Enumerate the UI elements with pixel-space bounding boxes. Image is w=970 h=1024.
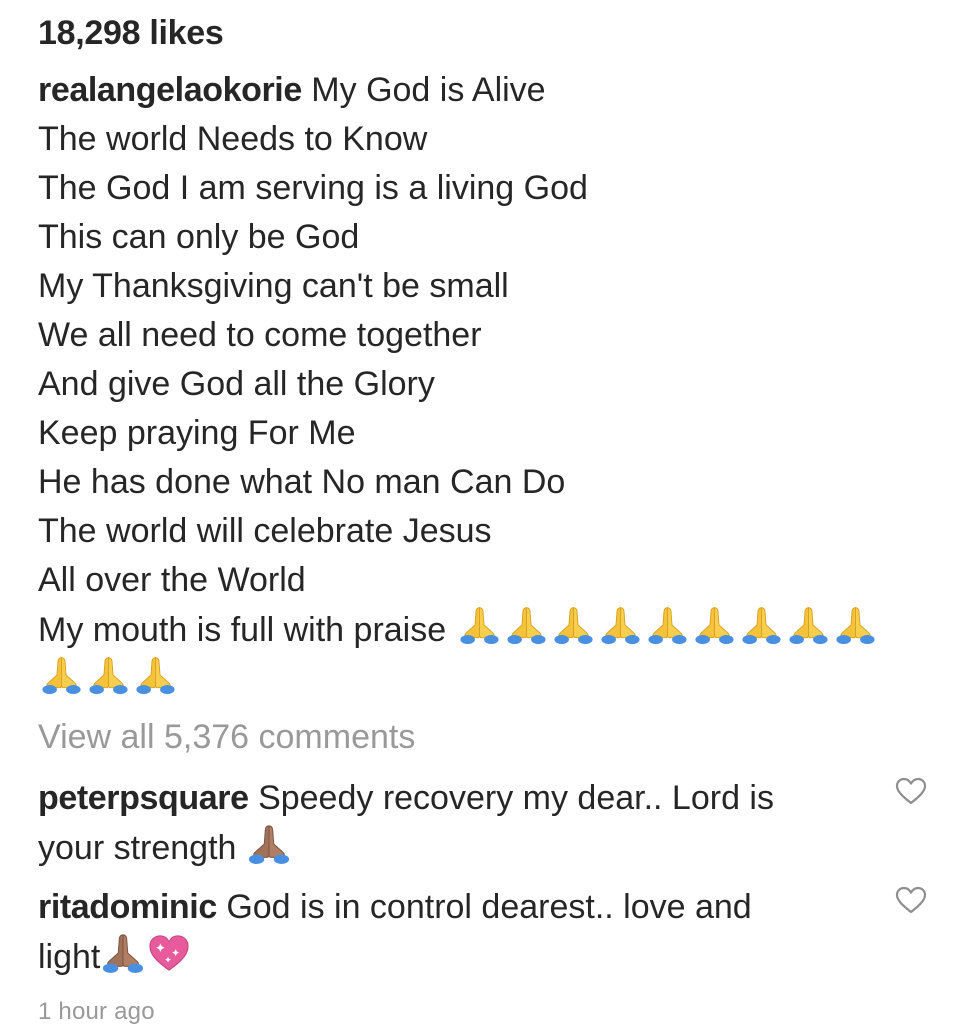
comment-item: peterpsquare Speedy recovery my dear.. L… <box>38 773 858 873</box>
folded-hands-icon <box>832 605 879 645</box>
caption-line: Keep praying For Me <box>38 414 356 452</box>
folded-hands-icon <box>785 605 832 645</box>
post-timestamp: 1 hour ago <box>38 998 155 1024</box>
caption-line: My Thanksgiving can't be small <box>38 267 509 305</box>
caption-line: The world will celebrate Jesus <box>38 512 492 550</box>
likes-count[interactable]: 18,298 likes <box>38 14 224 53</box>
caption-line: The world Needs to Know <box>38 120 428 158</box>
caption-username[interactable]: realangelaokorie <box>38 71 302 109</box>
caption-line: The God I am serving is a living God <box>38 169 588 207</box>
comment-username[interactable]: ritadominic <box>38 888 217 926</box>
folded-hands-medium-dark-icon <box>246 823 292 865</box>
heart-outline-icon[interactable] <box>894 776 928 806</box>
folded-hands-icon <box>456 605 503 645</box>
caption-text: My God is Alive <box>311 71 546 109</box>
comment-text: God is in control dearest.. love and <box>226 888 752 926</box>
comment-username[interactable]: peterpsquare <box>38 779 249 817</box>
comment-text: your strength <box>38 829 237 867</box>
folded-hands-medium-dark-icon <box>100 932 146 974</box>
comment-text: Speedy recovery my dear.. Lord is <box>258 779 774 817</box>
emoji-row <box>456 605 879 645</box>
folded-hands-icon <box>85 655 132 695</box>
folded-hands-icon <box>132 655 179 695</box>
view-all-comments-link[interactable]: View all 5,376 comments <box>38 718 415 757</box>
caption-last-line: My mouth is full with praise <box>38 605 938 655</box>
post-caption: realangelaokorie My God is Alive The wor… <box>38 66 938 705</box>
folded-hands-icon <box>503 605 550 645</box>
sparkling-heart-icon <box>146 932 192 974</box>
caption-text: My mouth is full with praise <box>38 611 447 649</box>
folded-hands-icon <box>738 605 785 645</box>
emoji-row <box>38 655 179 695</box>
caption-emoji-line <box>38 655 938 705</box>
caption-line: This can only be God <box>38 218 360 256</box>
caption-line: And give God all the Glory <box>38 365 435 403</box>
folded-hands-icon <box>550 605 597 645</box>
folded-hands-icon <box>597 605 644 645</box>
caption-line: We all need to come together <box>38 316 482 354</box>
comment-text: light <box>38 938 101 976</box>
heart-outline-icon[interactable] <box>894 885 928 915</box>
caption-line: He has done what No man Can Do <box>38 463 566 501</box>
caption-line: All over the World <box>38 561 306 599</box>
caption-first-line: realangelaokorie My God is Alive <box>38 66 938 115</box>
folded-hands-icon <box>691 605 738 645</box>
folded-hands-icon <box>38 655 85 695</box>
comment-item: ritadominic God is in control dearest.. … <box>38 882 858 982</box>
folded-hands-icon <box>644 605 691 645</box>
